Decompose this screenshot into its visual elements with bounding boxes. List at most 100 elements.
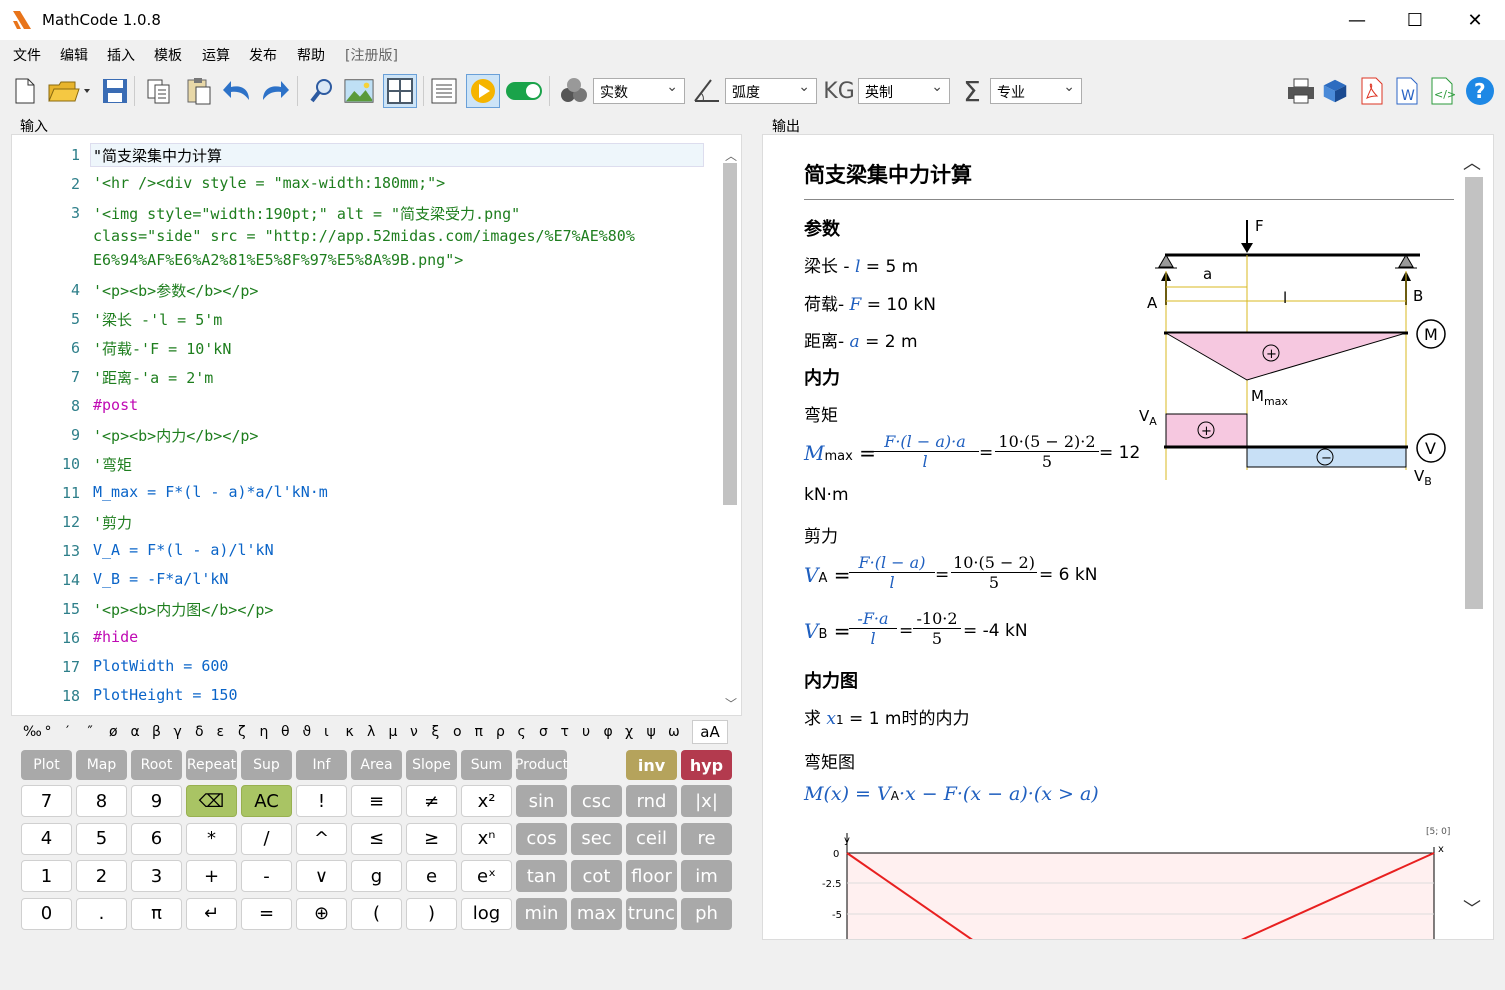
symbol-key[interactable]: τ bbox=[561, 724, 569, 740]
menu-registered[interactable]: [注册版] bbox=[345, 45, 398, 65]
code-line[interactable]: '<p><b>内力图</b></p> bbox=[93, 599, 273, 620]
key-row4-0[interactable]: 0 bbox=[21, 897, 72, 930]
func-key-repeat[interactable]: Repeat bbox=[186, 750, 237, 780]
key-row1-11[interactable]: rnd bbox=[626, 785, 677, 817]
code-line[interactable]: M_max = F*(l - a)*a/l'kN·m bbox=[93, 483, 328, 501]
symbol-key[interactable]: ν bbox=[410, 724, 418, 740]
key-row4-4[interactable]: = bbox=[241, 897, 292, 930]
key-row2-9[interactable]: cos bbox=[516, 822, 567, 855]
key-row3-9[interactable]: tan bbox=[516, 860, 567, 892]
key-row2-2[interactable]: 6 bbox=[131, 822, 182, 855]
key-row4-1[interactable]: . bbox=[76, 897, 127, 930]
key-row4-7[interactable]: ) bbox=[406, 897, 457, 930]
output-scrollbar-thumb[interactable] bbox=[1465, 177, 1483, 609]
symbol-key[interactable]: ο bbox=[453, 724, 462, 740]
save-icon[interactable] bbox=[100, 76, 130, 106]
key-row2-4[interactable]: / bbox=[241, 822, 292, 855]
symbol-key[interactable]: β bbox=[152, 724, 161, 740]
symbol-key[interactable]: γ bbox=[174, 724, 182, 740]
symbol-key[interactable]: ρ bbox=[496, 724, 505, 740]
menu-publish[interactable]: 发布 bbox=[249, 45, 277, 65]
key-row3-7[interactable]: e bbox=[406, 860, 457, 892]
code-line[interactable]: PlotWidth = 600 bbox=[93, 657, 228, 675]
key-row1-4[interactable]: AC bbox=[241, 785, 292, 817]
symbol-key[interactable]: λ bbox=[367, 724, 375, 740]
key-row2-7[interactable]: ≥ bbox=[406, 822, 457, 855]
key-row3-8[interactable]: eˣ bbox=[461, 860, 512, 892]
editor-scrollbar[interactable]: ︿ ﹀ bbox=[721, 145, 739, 713]
key-row1-0[interactable]: 7 bbox=[21, 785, 72, 817]
key-row4-12[interactable]: ph bbox=[681, 897, 732, 930]
menu-compute[interactable]: 运算 bbox=[202, 45, 230, 65]
list-view-icon[interactable] bbox=[429, 76, 459, 106]
key-row3-10[interactable]: cot bbox=[571, 860, 622, 892]
key-row4-6[interactable]: ( bbox=[351, 897, 402, 930]
key-row3-6[interactable]: g bbox=[351, 860, 402, 892]
key-row2-3[interactable]: * bbox=[186, 822, 237, 855]
symbol-key[interactable]: μ bbox=[389, 724, 398, 740]
key-row2-1[interactable]: 5 bbox=[76, 822, 127, 855]
symbol-key[interactable]: ω bbox=[668, 724, 680, 740]
func-key-area[interactable]: Area bbox=[351, 750, 402, 780]
symbol-key[interactable]: κ bbox=[346, 724, 354, 740]
case-toggle-button[interactable]: aA bbox=[692, 720, 728, 744]
key-row1-2[interactable]: 9 bbox=[131, 785, 182, 817]
symbol-key[interactable]: η bbox=[260, 724, 269, 740]
code-line[interactable]: '荷载-'F = 10'kN bbox=[93, 338, 231, 359]
search-icon[interactable] bbox=[307, 76, 337, 106]
level-mode-select[interactable]: 专业 bbox=[990, 78, 1082, 104]
symbol-key[interactable]: ε bbox=[217, 724, 225, 740]
func-key-inf[interactable]: Inf bbox=[296, 750, 347, 780]
code-line[interactable]: '剪力 bbox=[93, 512, 132, 533]
symbol-key[interactable]: φ bbox=[604, 724, 613, 740]
editor-scrollbar-thumb[interactable] bbox=[723, 163, 737, 505]
code-line[interactable]: "简支梁集中力计算 bbox=[93, 145, 222, 166]
number-mode-select[interactable]: 实数 bbox=[593, 78, 685, 104]
redo-icon[interactable] bbox=[260, 76, 290, 106]
run-icon[interactable] bbox=[466, 74, 500, 108]
func-key-map[interactable]: Map bbox=[76, 750, 127, 780]
symbol-key[interactable]: ι bbox=[324, 724, 329, 740]
key-row1-1[interactable]: 8 bbox=[76, 785, 127, 817]
angle-mode-select[interactable]: 弧度 bbox=[725, 78, 817, 104]
unit-mode-select[interactable]: 英制 bbox=[858, 78, 950, 104]
copy-icon[interactable] bbox=[144, 76, 174, 106]
code-line[interactable]: class="side" src = "http://app.52midas.c… bbox=[93, 227, 635, 245]
code-line[interactable]: '梁长 -'l = 5'm bbox=[93, 309, 222, 330]
symbol-key[interactable]: ψ bbox=[647, 724, 656, 740]
symbol-key[interactable]: σ bbox=[539, 724, 548, 740]
paste-icon[interactable] bbox=[184, 76, 214, 106]
insert-image-icon[interactable] bbox=[344, 76, 374, 106]
symbol-key[interactable]: ″ bbox=[88, 724, 93, 740]
key-row4-8[interactable]: log bbox=[461, 897, 512, 930]
func-key-plot[interactable]: Plot bbox=[21, 750, 72, 780]
maximize-button[interactable]: ☐ bbox=[1403, 8, 1427, 32]
func-key-sup[interactable]: Sup bbox=[241, 750, 292, 780]
key-row2-6[interactable]: ≤ bbox=[351, 822, 402, 855]
key-row2-12[interactable]: re bbox=[681, 822, 732, 855]
key-row1-12[interactable]: |x| bbox=[681, 785, 732, 817]
symbol-key[interactable]: ′ bbox=[66, 724, 69, 740]
key-row3-3[interactable]: + bbox=[186, 860, 237, 892]
code-editor[interactable]: 1 "简支梁集中力计算 2 '<hr /><div style = "max-widt… bbox=[11, 134, 742, 716]
pdf-export-icon[interactable] bbox=[1357, 76, 1387, 106]
code-line[interactable]: '<hr /><div style = "max-width:180mm;"> bbox=[93, 174, 445, 192]
key-row1-10[interactable]: csc bbox=[571, 785, 622, 817]
key-row3-2[interactable]: 3 bbox=[131, 860, 182, 892]
menu-template[interactable]: 模板 bbox=[154, 45, 182, 65]
code-line[interactable]: '<p><b>内力</b></p> bbox=[93, 425, 258, 446]
key-row2-10[interactable]: sec bbox=[571, 822, 622, 855]
code-line[interactable]: V_A = F*(l - a)/l'kN bbox=[93, 541, 274, 559]
key-row3-12[interactable]: im bbox=[681, 860, 732, 892]
symbol-key[interactable]: ø bbox=[109, 724, 118, 740]
key-row3-0[interactable]: 1 bbox=[21, 860, 72, 892]
inv-key[interactable]: inv bbox=[626, 750, 677, 780]
enter-key[interactable]: ↵ bbox=[186, 897, 237, 930]
code-line[interactable]: PlotHeight = 150 bbox=[93, 686, 238, 704]
symbol-key[interactable]: α bbox=[131, 724, 140, 740]
code-line[interactable]: '距离-'a = 2'm bbox=[93, 367, 213, 388]
scroll-up-icon[interactable]: ︿ bbox=[1463, 149, 1481, 175]
symbol-key[interactable]: π bbox=[475, 724, 483, 740]
new-file-icon[interactable] bbox=[10, 76, 40, 106]
func-key-root[interactable]: Root bbox=[131, 750, 182, 780]
